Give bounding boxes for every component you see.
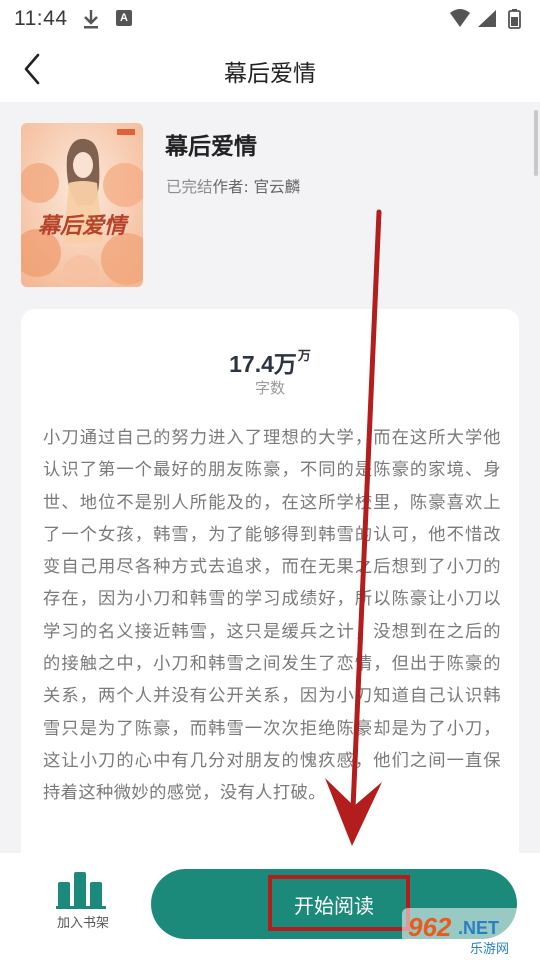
watermark-sub: 乐游网 (470, 942, 509, 957)
add-to-shelf-button[interactable]: 加入书架 (46, 870, 120, 940)
word-count: 17.4万万 (21, 345, 519, 379)
book-meta: 已完结作者: 官云麟 (166, 175, 300, 197)
page-title: 幕后爱情 (224, 61, 316, 87)
word-count-value: 17.4万 (229, 351, 297, 377)
site-watermark-logo: 962 .NET 乐游网 (402, 908, 536, 957)
system-status-icons (450, 9, 521, 29)
word-count-label: 字数 (254, 379, 285, 397)
watermark-suffix: .NET (458, 918, 499, 938)
annotation-highlight-box (268, 875, 410, 931)
add-to-shelf-label: 加入书架 (56, 916, 109, 931)
font-a-icon: A (116, 10, 132, 26)
bookshelf-icon (56, 872, 106, 909)
book-title: 幕后爱情 (165, 134, 257, 160)
cover-title-text: 幕后爱情 (38, 213, 130, 239)
battery-icon (508, 9, 521, 29)
signal-icon (478, 10, 496, 27)
book-author: 作者: 官云麟 (212, 178, 301, 196)
book-synopsis: 小刀通过自己的努力进入了理想的大学，而在这所大学他认识了第一个最好的朋友陈豪，不… (43, 428, 501, 804)
watermark-brand: 962 (408, 912, 452, 942)
scrollbar[interactable] (534, 110, 538, 176)
download-icon (84, 10, 98, 29)
book-info-card: 17.4万万 字数 小刀通过自己的努力进入了理想的大学，而在这所大学他认识了第一… (21, 309, 519, 909)
app-header: 幕后爱情 (0, 36, 540, 102)
status-bar: 11:44 A (0, 0, 540, 36)
wifi-icon (450, 9, 470, 27)
word-count-unit: 万 (297, 348, 311, 363)
completion-status: 已完结 (166, 178, 213, 196)
book-cover-image[interactable]: 幕后爱情 (21, 123, 143, 287)
status-time: 11:44 (14, 7, 68, 30)
